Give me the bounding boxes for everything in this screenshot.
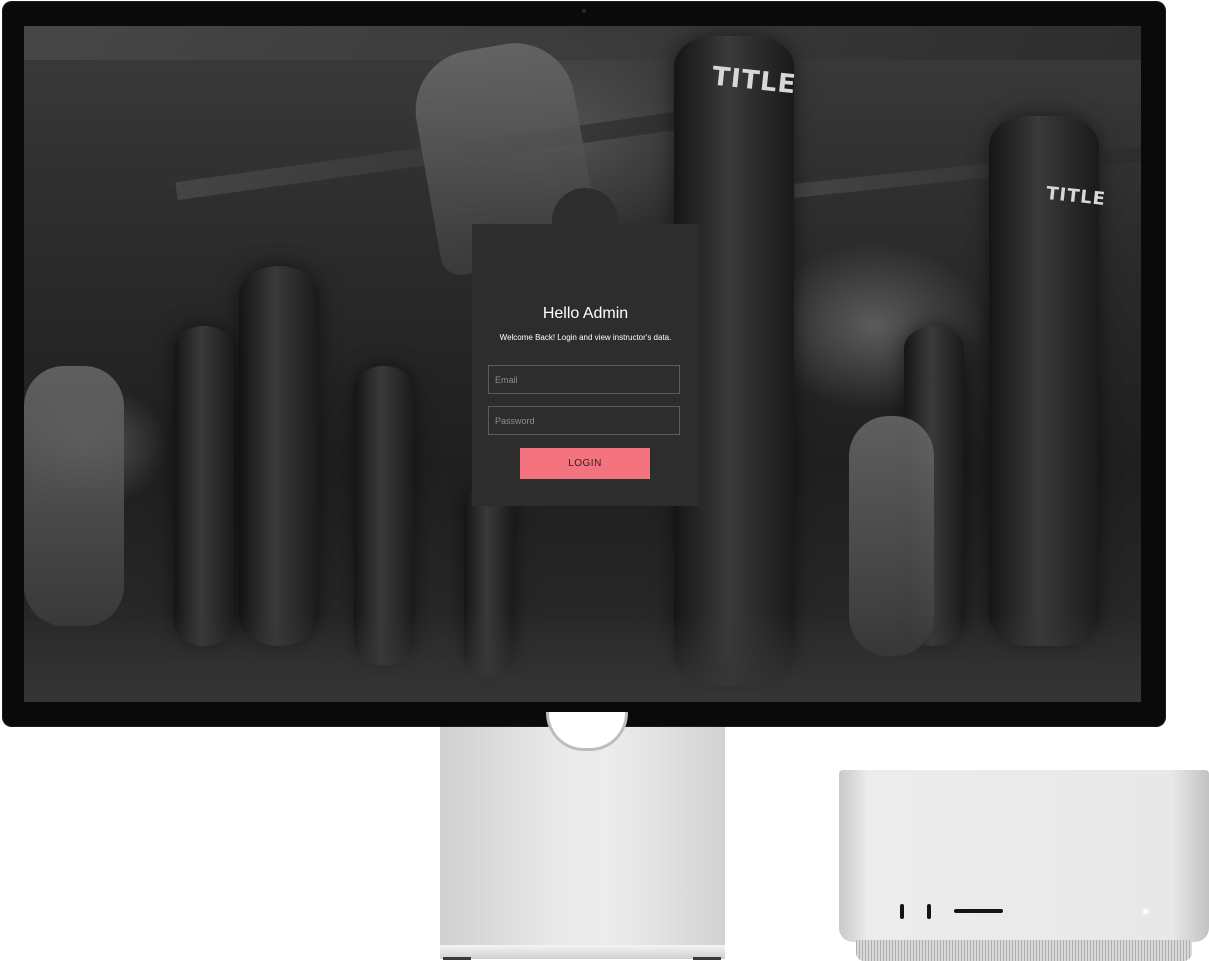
login-button[interactable]: LOGIN	[520, 448, 650, 479]
mac-studio-vent	[856, 940, 1192, 961]
login-subtitle: Welcome Back! Login and view instructor'…	[499, 333, 672, 342]
power-led-icon	[1143, 909, 1148, 914]
usb-port-icon	[927, 904, 931, 919]
punching-bag	[239, 266, 319, 646]
device-mockup: TITLE TITLE Hello Admin Welcome Back! Lo…	[0, 0, 1209, 961]
monitor-stand	[440, 727, 725, 955]
sd-card-slot-icon	[954, 909, 1003, 913]
email-field[interactable]	[488, 365, 680, 394]
usb-port-icon	[900, 904, 904, 919]
camera-icon	[582, 9, 586, 13]
password-field[interactable]	[488, 406, 680, 435]
gym-floor	[24, 612, 1141, 702]
login-title: Hello Admin	[542, 305, 629, 322]
mac-studio	[839, 770, 1209, 942]
standing-person	[24, 366, 124, 626]
screen: TITLE TITLE Hello Admin Welcome Back! Lo…	[24, 26, 1141, 702]
stand-foot	[443, 957, 471, 960]
ceiling-beam	[24, 26, 1141, 60]
stand-base	[440, 945, 725, 959]
punching-bag	[174, 326, 234, 646]
stand-foot	[693, 957, 721, 960]
monitor-bezel: TITLE TITLE Hello Admin Welcome Back! Lo…	[2, 1, 1166, 727]
